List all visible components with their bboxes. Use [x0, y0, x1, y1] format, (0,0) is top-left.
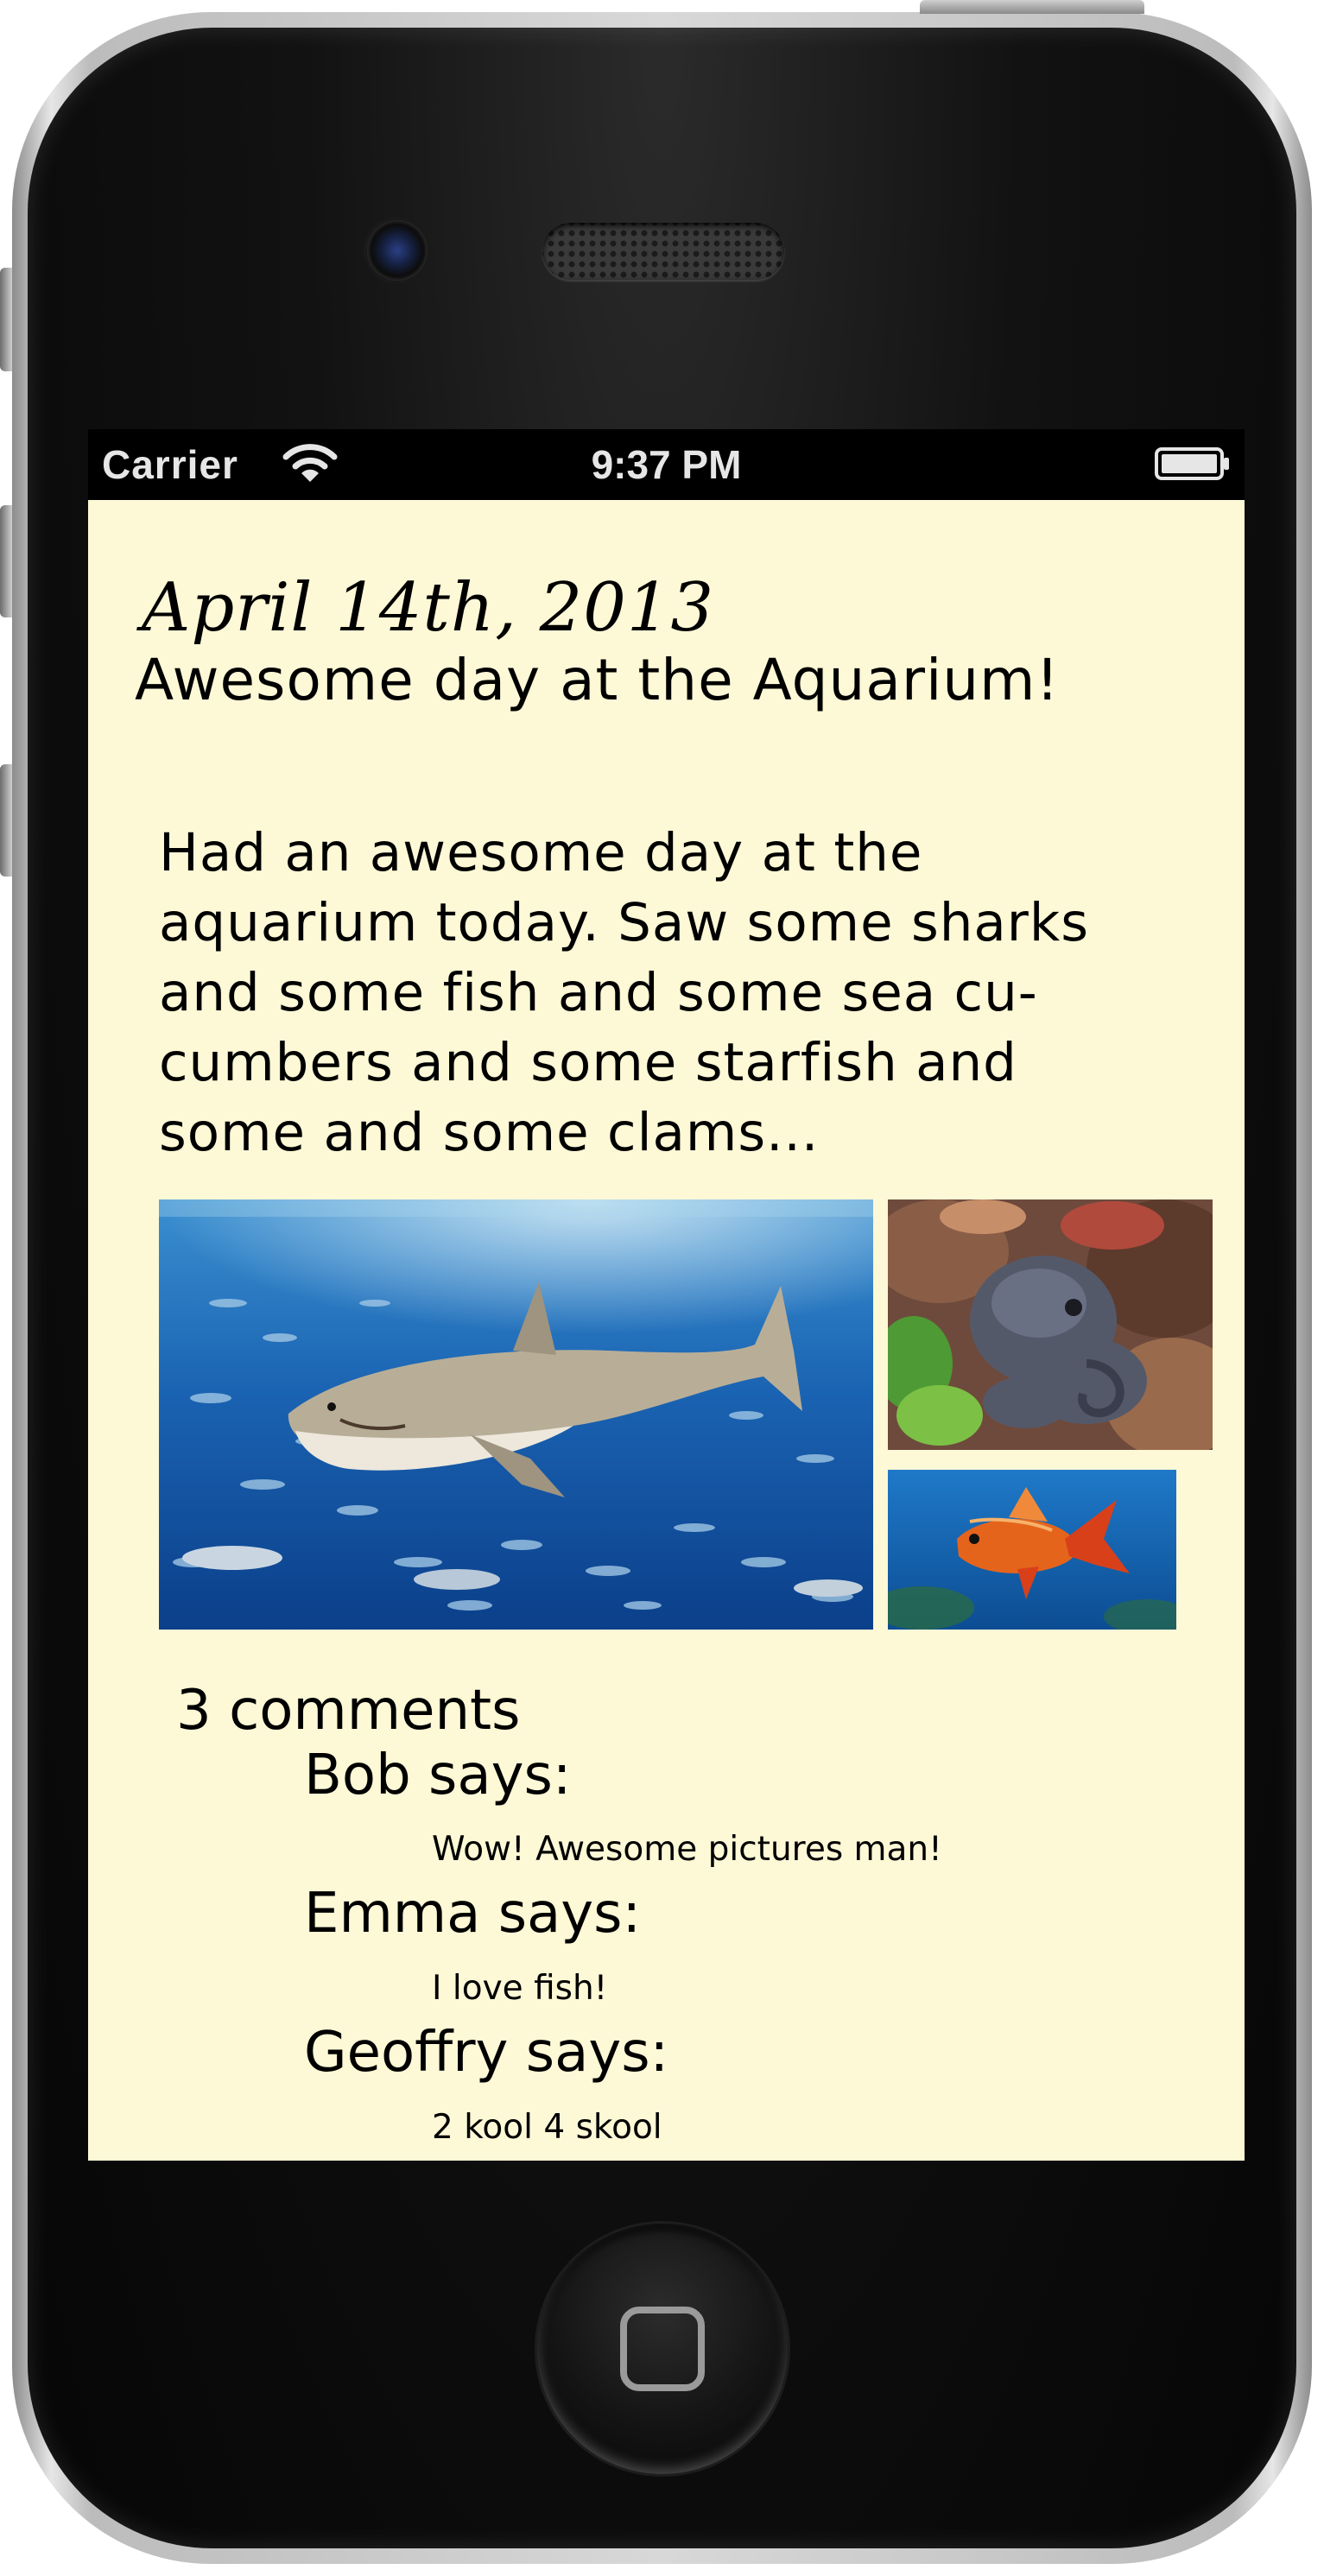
post-body-line: and some fish and some sea cu-: [159, 962, 1038, 1023]
status-bar: Carrier 9:37 PM: [88, 429, 1245, 500]
goldfish-photo[interactable]: [888, 1470, 1176, 1630]
battery-icon: [1155, 447, 1229, 480]
phone-screen: Carrier 9:37 PM April 14th, 2013 Awesome…: [88, 429, 1245, 2161]
comments-count: 3 comments: [176, 1679, 521, 1743]
front-camera: [367, 220, 428, 281]
post-date: April 14th, 2013: [142, 569, 715, 647]
home-button[interactable]: [537, 2224, 788, 2474]
shark-photo[interactable]: [159, 1199, 873, 1630]
blog-post-view: April 14th, 2013 Awesome day at the Aqua…: [88, 500, 1245, 2161]
post-body-line: cumbers and some starfish and: [159, 1032, 1017, 1093]
post-body-line: Had an awesome day at the: [159, 822, 923, 883]
post-body-line: aquarium today. Saw some sharks: [159, 892, 1089, 953]
status-time: 9:37 PM: [591, 442, 742, 487]
volume-down-button: [0, 764, 12, 877]
comment-text: 2 kool 4 skool: [432, 2108, 662, 2147]
comment-author: Bob says:: [304, 1744, 572, 1807]
comment-author: Geoffry says:: [304, 2021, 669, 2085]
octopus-photo[interactable]: [888, 1199, 1213, 1450]
comment-text: I love fish!: [432, 1969, 608, 2008]
home-square-icon: [620, 2307, 705, 2391]
post-body-line: some and some clams...: [159, 1102, 820, 1163]
mute-switch: [0, 268, 12, 371]
comment-author: Emma says:: [304, 1882, 642, 1946]
comment-text: Wow! Awesome pictures man!: [432, 1830, 942, 1869]
sleep-wake-button: [920, 0, 1144, 14]
volume-up-button: [0, 505, 12, 617]
earpiece-speaker: [542, 223, 784, 280]
post-title: Awesome day at the Aquarium!: [135, 647, 1060, 713]
post-body: Had an awesome day at the aquarium today…: [159, 818, 1178, 1168]
